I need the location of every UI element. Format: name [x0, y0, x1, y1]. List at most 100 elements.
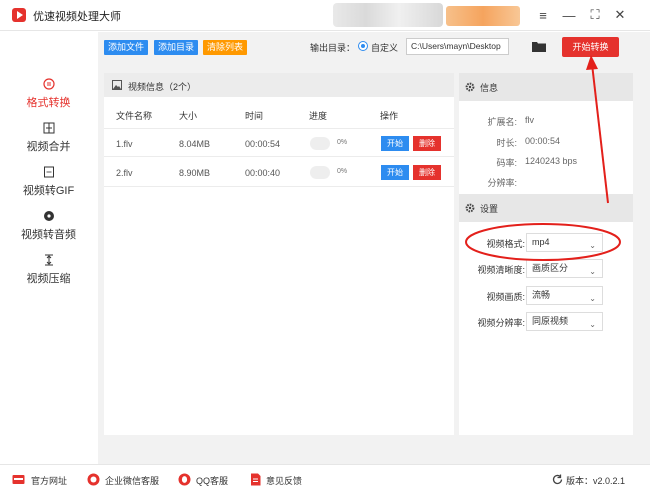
column-header-actions: 操作	[380, 111, 399, 121]
sidebar-item-label: 视频合并	[26, 141, 71, 153]
sidebar-item-compress[interactable]: 视频压缩	[0, 254, 97, 294]
sidebar-item-format-convert[interactable]: 格式转换	[0, 78, 97, 118]
sidebar-item-label: 视频转GIF	[22, 185, 75, 197]
chevron-down-icon: ⌄	[589, 320, 596, 329]
file-size: 8.04MB	[179, 139, 211, 149]
gear-icon	[465, 203, 475, 213]
settings-title: 设置	[480, 204, 499, 214]
main-area: 添加文件 添加目录 清除列表 输出目录： 自定义 C:\Users\mayn\D…	[98, 32, 650, 464]
blurred-account-area	[333, 3, 443, 27]
settings-header: 设置	[459, 194, 633, 222]
format-label: 视频格式:	[486, 239, 525, 249]
bitrate-value: 1240243 bps	[525, 156, 578, 166]
file-size: 8.90MB	[179, 168, 211, 178]
column-header-time: 时间	[245, 111, 264, 121]
app-title: 优速视频处理大师	[33, 11, 121, 23]
blurred-vip-area	[446, 6, 520, 26]
resolution-select-value: 同原视频	[532, 316, 569, 326]
sidebar-item-gif[interactable]: 视频转GIF	[0, 166, 97, 206]
website-icon	[12, 475, 25, 484]
feedback-link[interactable]: 意见反馈	[266, 474, 302, 487]
column-header-size: 大小	[179, 111, 198, 121]
wechat-service-link[interactable]: 企业微信客服	[105, 474, 159, 487]
row-delete-button[interactable]: 删除	[413, 165, 441, 180]
gif-icon	[43, 166, 54, 178]
progress-percent: 0%	[337, 168, 348, 175]
output-path-field[interactable]: C:\Users\mayn\Desktop	[406, 38, 509, 55]
output-dir-label: 输出目录：	[310, 43, 356, 53]
file-list-title: 视频信息（2个）	[128, 82, 197, 92]
ext-value: flv	[525, 115, 534, 125]
app-logo-icon	[12, 8, 26, 22]
sidebar: 格式转换 视频合并 视频转GIF 视频转音频 视频压缩	[0, 32, 97, 464]
clarity-label: 视频清晰度:	[477, 265, 525, 275]
title-bar: 优速视频处理大师 ≡ — ⛶ ✕	[0, 0, 650, 31]
folder-icon[interactable]	[532, 40, 546, 52]
custom-radio[interactable]	[358, 41, 368, 51]
merge-icon	[43, 122, 54, 134]
file-name: 2.flv	[116, 168, 133, 178]
info-header: 信息	[459, 73, 633, 101]
progress-bar	[310, 137, 330, 150]
gear-icon	[465, 82, 475, 92]
compress-icon	[44, 254, 53, 266]
qq-icon	[178, 473, 191, 486]
sidebar-item-audio[interactable]: 视频转音频	[0, 210, 97, 250]
sidebar-item-label: 视频转音频	[21, 229, 76, 241]
duration-label: 时长:	[496, 138, 517, 148]
row-start-button[interactable]: 开始	[381, 165, 409, 180]
add-file-button[interactable]: 添加文件	[104, 40, 149, 55]
clarity-select-value: 画质区分	[532, 263, 569, 273]
progress-percent: 0%	[337, 139, 348, 146]
qq-service-link[interactable]: QQ客服	[196, 474, 228, 487]
sidebar-item-label: 格式转换	[26, 97, 71, 109]
file-name: 1.flv	[116, 139, 133, 149]
format-select[interactable]: mp4 ⌄	[526, 233, 603, 252]
close-icon[interactable]: ✕	[611, 6, 629, 24]
add-folder-button[interactable]: 添加目录	[154, 40, 199, 55]
row-delete-button[interactable]: 删除	[413, 136, 441, 151]
sidebar-item-merge[interactable]: 视频合并	[0, 122, 97, 162]
quality-select-value: 流畅	[532, 290, 551, 300]
resolution-select[interactable]: 同原视频 ⌄	[526, 312, 603, 331]
wechat-work-icon	[87, 473, 100, 486]
format-select-value: mp4	[532, 237, 550, 247]
file-list-header: 视频信息（2个）	[104, 73, 454, 97]
progress-bar	[310, 166, 330, 179]
chevron-down-icon: ⌄	[589, 294, 596, 303]
sidebar-item-label: 视频压缩	[26, 273, 71, 285]
menu-icon[interactable]: ≡	[534, 6, 552, 24]
start-convert-button[interactable]: 开始转换	[562, 37, 619, 57]
quality-label: 视频画质:	[486, 292, 525, 302]
maximize-icon[interactable]: ⛶	[586, 6, 604, 24]
custom-radio-label[interactable]: 自定义	[371, 41, 398, 54]
column-header-name: 文件名称	[116, 111, 153, 121]
resolution-label: 分辨率:	[487, 178, 517, 188]
duration-value: 00:00:54	[525, 136, 561, 146]
clear-list-button[interactable]: 清除列表	[203, 40, 248, 55]
info-settings-panel: 信息 扩展名: flv 时长: 00:00:54 码率: 1240243 bps…	[459, 73, 633, 435]
file-duration: 00:00:54	[245, 139, 281, 149]
website-link[interactable]: 官方网址	[31, 474, 67, 487]
table-row[interactable]: 1.flv 8.04MB 00:00:54 0% 开始 删除	[104, 128, 454, 157]
resolution-setting-label: 视频分辨率:	[477, 318, 525, 328]
refresh-icon	[552, 474, 563, 485]
bitrate-label: 码率:	[496, 158, 517, 168]
ext-label: 扩展名:	[487, 117, 517, 127]
file-list-panel: 视频信息（2个） 文件名称 大小 时间 进度 操作 1.flv 8.04MB 0…	[104, 73, 454, 435]
clarity-select[interactable]: 画质区分 ⌄	[526, 259, 603, 278]
feedback-icon	[251, 473, 261, 486]
file-duration: 00:00:40	[245, 168, 281, 178]
bottom-bar: 官方网址 企业微信客服 QQ客服 意见反馈 版本：v2.0.2.1	[0, 464, 650, 494]
column-header-progress: 进度	[309, 111, 328, 121]
chevron-down-icon: ⌄	[589, 267, 596, 276]
quality-select[interactable]: 流畅 ⌄	[526, 286, 603, 305]
table-row[interactable]: 2.flv 8.90MB 00:00:40 0% 开始 删除	[104, 158, 454, 187]
image-icon	[112, 80, 122, 90]
chevron-down-icon: ⌄	[589, 241, 596, 250]
minimize-icon[interactable]: —	[560, 6, 578, 24]
format-convert-icon	[42, 78, 55, 90]
info-title: 信息	[480, 83, 499, 93]
version-label: 版本：v2.0.2.1	[566, 476, 626, 486]
row-start-button[interactable]: 开始	[381, 136, 409, 151]
